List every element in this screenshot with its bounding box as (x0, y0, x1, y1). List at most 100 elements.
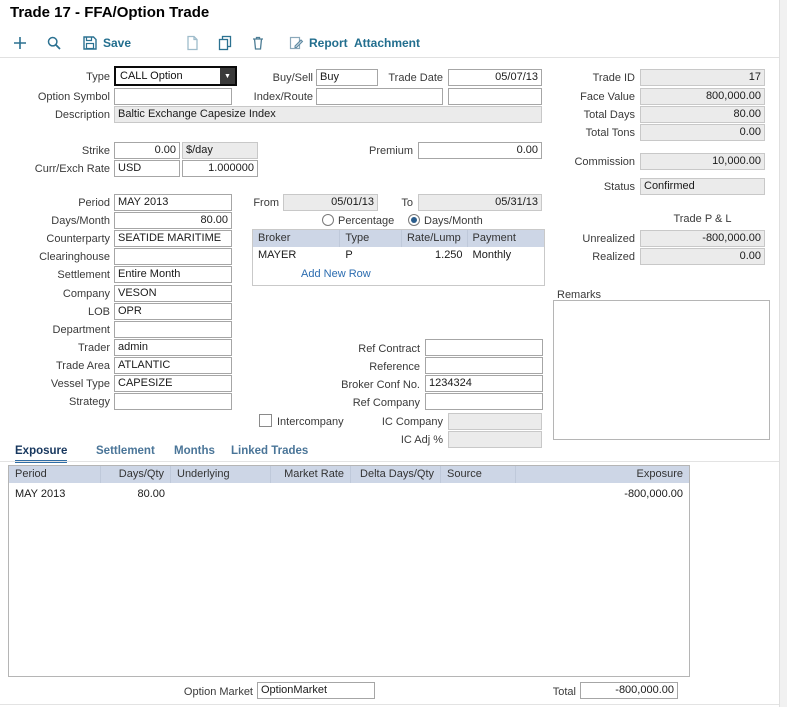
vessel-type-label: Vessel Type (8, 376, 110, 392)
strike-input[interactable]: 0.00 (114, 142, 180, 159)
delta-days-qty-cell (351, 486, 441, 503)
trade-area-input[interactable]: ATLANTIC (114, 357, 232, 374)
trash-icon (250, 35, 266, 51)
trader-label: Trader (8, 340, 110, 356)
bottom-divider (0, 704, 787, 705)
buy-sell-input[interactable]: Buy (316, 69, 378, 86)
strategy-label: Strategy (8, 394, 110, 410)
strategy-input[interactable] (114, 393, 232, 410)
days-qty-col-header: Days/Qty (101, 466, 171, 483)
settlement-label: Settlement (8, 267, 110, 283)
option-market-label: Option Market (173, 684, 253, 700)
trade-date-input[interactable]: 05/07/13 (448, 69, 542, 86)
type-select[interactable]: CALL Option ▼ (114, 66, 237, 86)
days-qty-cell: 80.00 (101, 486, 171, 503)
option-symbol-input[interactable] (114, 88, 232, 105)
unrealized-field: -800,000.00 (640, 230, 765, 247)
ic-company-label: IC Company (343, 414, 443, 430)
attachment-label: Attachment (354, 36, 420, 50)
settlement-input[interactable]: Entire Month (114, 266, 232, 283)
unrealized-label: Unrealized (535, 231, 635, 247)
from-field: 05/01/13 (283, 194, 378, 211)
add-button[interactable] (12, 32, 28, 54)
days-month-label: Days/Month (8, 213, 110, 229)
index-route-input-2[interactable] (448, 88, 542, 105)
tab-settlement[interactable]: Settlement (96, 445, 155, 460)
report-icon (288, 35, 304, 51)
trade-id-field: 17 (640, 69, 765, 86)
search-button[interactable] (46, 32, 62, 54)
payment-col-header: Payment (468, 230, 544, 247)
rate-lump-col-header: Rate/Lump (402, 230, 468, 247)
save-button[interactable]: Save (82, 32, 131, 54)
scrollbar[interactable] (779, 0, 787, 707)
ic-company-field (448, 413, 542, 430)
tabs-divider (0, 461, 779, 462)
exposure-col-header: Exposure (516, 466, 689, 483)
currency-input[interactable]: USD (114, 160, 180, 177)
ref-contract-input[interactable] (425, 339, 543, 356)
percentage-radio[interactable] (322, 214, 334, 226)
tab-linked-trades[interactable]: Linked Trades (231, 445, 308, 460)
delta-days-qty-col-header: Delta Days/Qty (351, 466, 441, 483)
period-input[interactable]: MAY 2013 (114, 194, 232, 211)
trade-date-label: Trade Date (381, 70, 443, 86)
report-button[interactable]: Report (288, 32, 348, 54)
department-input[interactable] (114, 321, 232, 338)
realized-label: Realized (535, 249, 635, 265)
days-month-radio[interactable] (408, 214, 420, 226)
plus-icon (12, 35, 28, 51)
trader-input[interactable]: admin (114, 339, 232, 356)
face-value-field: 800,000.00 (640, 88, 765, 105)
trade-id-label: Trade ID (535, 70, 635, 86)
copy-icon (217, 35, 233, 51)
ref-company-input[interactable] (425, 393, 543, 410)
broker-cell: MAYER (253, 247, 340, 264)
rate-lump-cell: 1.250 (402, 247, 468, 264)
total-label: Total (536, 684, 576, 700)
face-value-label: Face Value (535, 89, 635, 105)
company-label: Company (8, 286, 110, 302)
counterparty-label: Counterparty (8, 231, 110, 247)
status-field: Confirmed (640, 178, 765, 195)
add-new-row-link[interactable]: Add New Row (301, 268, 371, 280)
premium-input[interactable]: 0.00 (418, 142, 542, 159)
option-market-input[interactable]: OptionMarket (257, 682, 375, 699)
counterparty-input[interactable]: SEATIDE MARITIME (114, 230, 232, 247)
exchange-rate-input[interactable]: 1.000000 (182, 160, 258, 177)
report-label: Report (309, 36, 348, 50)
exposure-row[interactable]: MAY 2013 80.00 -800,000.00 (9, 486, 689, 503)
attachment-button[interactable]: Attachment (354, 32, 420, 54)
type-col-header: Type (340, 230, 402, 247)
broker-conf-no-input[interactable]: 1234324 (425, 375, 543, 392)
exposure-cell: -800,000.00 (516, 486, 689, 503)
realized-field: 0.00 (640, 248, 765, 265)
lob-input[interactable]: OPR (114, 303, 232, 320)
tab-months[interactable]: Months (174, 445, 215, 460)
reference-input[interactable] (425, 357, 543, 374)
search-icon (46, 35, 62, 51)
total-tons-field: 0.00 (640, 124, 765, 141)
broker-type-cell: P (340, 247, 402, 264)
total-tons-label: Total Tons (535, 125, 635, 141)
market-rate-cell (271, 486, 351, 503)
percentage-radio-label: Percentage (338, 213, 408, 229)
intercompany-checkbox[interactable] (259, 414, 272, 427)
days-month-input[interactable]: 80.00 (114, 212, 232, 229)
clearinghouse-input[interactable] (114, 248, 232, 265)
ic-adj-field (448, 431, 542, 448)
new-document-button[interactable] (184, 32, 200, 54)
total-days-field: 80.00 (640, 106, 765, 123)
total-days-label: Total Days (535, 107, 635, 123)
type-select-value: CALL Option (116, 70, 220, 82)
index-route-input[interactable] (316, 88, 443, 105)
broker-row[interactable]: MAYER P 1.250 Monthly (253, 247, 544, 264)
company-input[interactable]: VESON (114, 285, 232, 302)
curr-exch-rate-label: Curr/Exch Rate (8, 161, 110, 177)
premium-label: Premium (331, 143, 413, 159)
vessel-type-input[interactable]: CAPESIZE (114, 375, 232, 392)
delete-button[interactable] (250, 32, 266, 54)
copy-button[interactable] (217, 32, 233, 54)
remarks-textarea[interactable] (553, 300, 770, 440)
broker-col-header: Broker (253, 230, 340, 247)
